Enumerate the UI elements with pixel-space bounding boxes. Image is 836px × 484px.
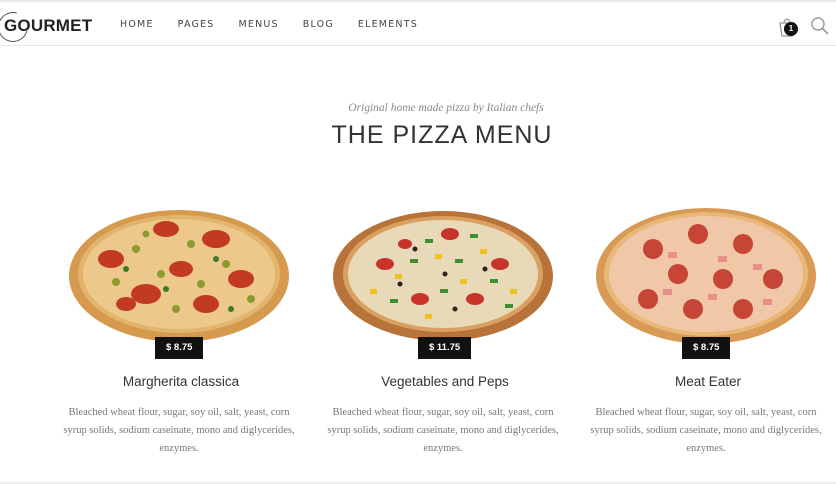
site-header: GOURMET HOME PAGES MENUS BLOG ELEMENTS 1 bbox=[0, 2, 836, 48]
menu-item-name[interactable]: Meat Eater bbox=[583, 374, 833, 389]
cart-count-badge: 1 bbox=[784, 22, 798, 36]
nav-home[interactable]: HOME bbox=[120, 19, 154, 30]
menu-item-description: Bleached wheat flour, sugar, soy oil, sa… bbox=[63, 407, 295, 454]
price-tag: $ 8.75 bbox=[682, 337, 731, 359]
menu-item-card[interactable]: $ 11.75 Vegetables and Peps Bleached whe… bbox=[320, 200, 570, 470]
price-tag: $ 11.75 bbox=[418, 337, 472, 359]
nav-blog[interactable]: BLOG bbox=[303, 19, 334, 30]
search-icon[interactable] bbox=[810, 16, 830, 36]
pizza-margherita-image bbox=[69, 210, 289, 342]
menu-item-name[interactable]: Vegetables and Peps bbox=[320, 374, 570, 389]
pizza-meat-eater-image bbox=[596, 208, 816, 344]
section-subtitle: Original home made pizza by Italian chef… bbox=[348, 102, 544, 114]
menu-item-card[interactable]: $ 8.75 Meat Eater Bleached wheat flour, … bbox=[583, 200, 833, 470]
nav-elements[interactable]: ELEMENTS bbox=[358, 19, 418, 30]
logo-text: GOURMET bbox=[4, 16, 93, 35]
menu-item-description: Bleached wheat flour, sugar, soy oil, sa… bbox=[590, 407, 822, 454]
main-nav: HOME PAGES MENUS BLOG ELEMENTS bbox=[108, 2, 430, 46]
menu-item-card[interactable]: $ 8.75 Margherita classica Bleached whea… bbox=[56, 200, 306, 470]
nav-pages[interactable]: PAGES bbox=[178, 19, 215, 30]
pizza-vegetables-image bbox=[333, 211, 553, 341]
section-title: THE PIZZA MENU bbox=[331, 121, 553, 149]
logo[interactable]: GOURMET bbox=[0, 6, 100, 48]
menu-item-name[interactable]: Margherita classica bbox=[56, 374, 306, 389]
price-tag: $ 8.75 bbox=[155, 337, 204, 359]
menu-item-description: Bleached wheat flour, sugar, soy oil, sa… bbox=[327, 407, 559, 454]
nav-menus[interactable]: MENUS bbox=[238, 19, 278, 30]
